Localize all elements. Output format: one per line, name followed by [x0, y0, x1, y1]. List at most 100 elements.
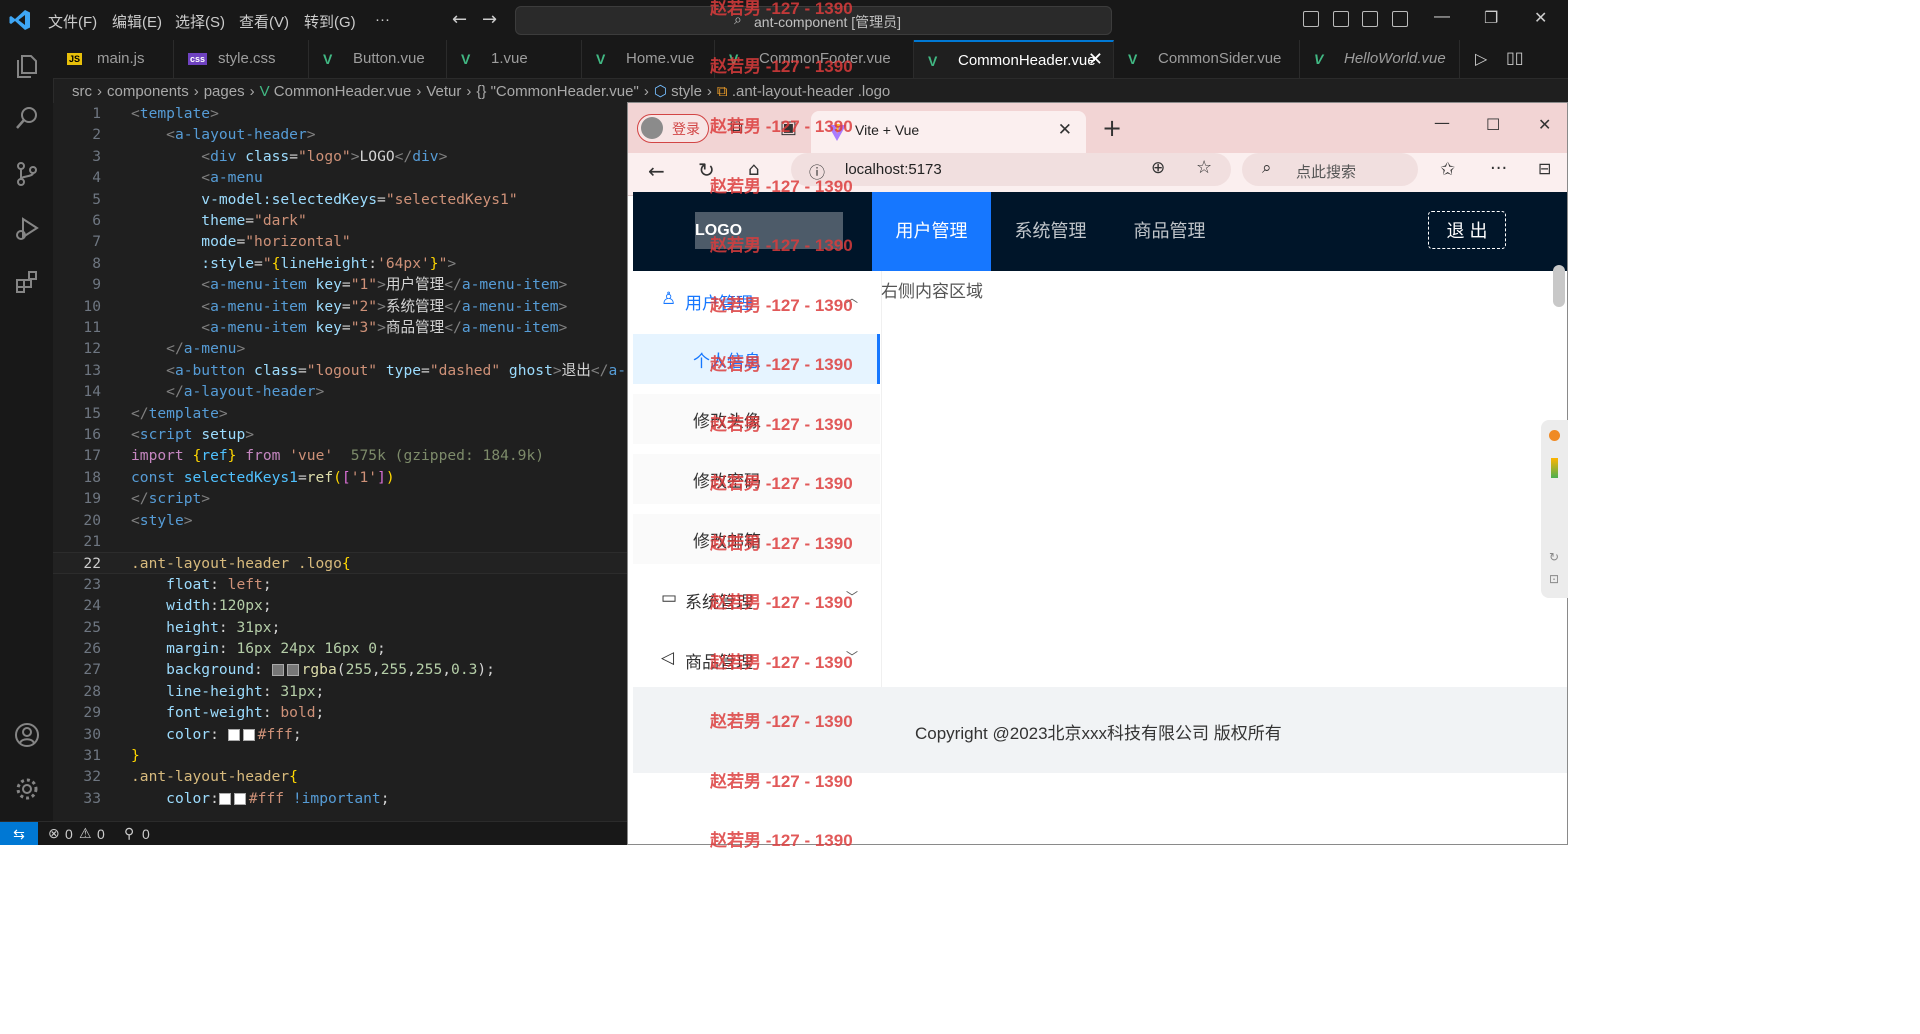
- refresh-icon[interactable]: ↻: [1549, 550, 1559, 564]
- close-tab-icon[interactable]: ✕: [1088, 49, 1103, 70]
- code-editor[interactable]: 1 <template> 2 <a-layout-header> 3 <div c…: [53, 103, 628, 821]
- notification-icon: ◁: [661, 648, 675, 667]
- refresh-icon[interactable]: ↻: [698, 158, 715, 182]
- favorite-star-icon[interactable]: ☆: [1196, 157, 1212, 178]
- more-icon[interactable]: ···: [1490, 158, 1507, 179]
- toggle-secondary-sidebar-icon[interactable]: [1362, 11, 1378, 27]
- errors-icon[interactable]: ⊗: [48, 825, 60, 842]
- menu-item-password[interactable]: 修改密码: [633, 454, 880, 504]
- tab-commonsider-vue[interactable]: V CommonSider.vue: [1114, 40, 1300, 78]
- search-icon[interactable]: [13, 104, 41, 132]
- menu-go[interactable]: 转到(G): [304, 11, 356, 32]
- explorer-icon[interactable]: [13, 52, 41, 80]
- tab-label: Home.vue: [626, 50, 695, 67]
- ports-icon[interactable]: ⚲: [124, 825, 134, 842]
- tab-button-vue[interactable]: V Button.vue: [309, 40, 447, 78]
- browser-tab-strip: 登录 ⧉ ▣ Vite + Vue ✕ + — ☐ ✕: [628, 103, 1567, 153]
- scrollbar-thumb[interactable]: [1553, 265, 1565, 307]
- submenu-user-management[interactable]: ♙ 用户管理 ︿: [633, 271, 880, 331]
- menu-item-avatar[interactable]: 修改头像: [633, 394, 880, 444]
- breadcrumb-item[interactable]: {} "CommonHeader.vue": [476, 83, 638, 100]
- favorites-icon[interactable]: ✩: [1440, 159, 1455, 180]
- command-center[interactable]: ⌕ ant-component [管理员]: [515, 6, 1112, 35]
- vue-file-icon: V: [461, 51, 471, 67]
- close-window-icon[interactable]: ✕: [1538, 115, 1551, 134]
- line-number: 19: [83, 490, 101, 508]
- breadcrumb-item[interactable]: src: [72, 83, 92, 100]
- breadcrumb-item[interactable]: CommonHeader.vue: [274, 83, 412, 100]
- menu-selection[interactable]: 选择(S): [175, 11, 225, 32]
- tab-commonheader-vue[interactable]: V CommonHeader.vue ✕: [914, 40, 1114, 78]
- line-number: 3: [92, 147, 101, 165]
- browser-tab[interactable]: Vite + Vue ✕: [811, 111, 1086, 153]
- profile-button[interactable]: 登录: [637, 114, 709, 143]
- source-control-icon[interactable]: [13, 160, 41, 188]
- minimize-icon[interactable]: —: [1434, 8, 1450, 26]
- minimize-icon[interactable]: —: [1434, 113, 1450, 132]
- extensions-icon[interactable]: [13, 268, 41, 296]
- toggle-panel-icon[interactable]: [1333, 11, 1349, 27]
- remote-icon[interactable]: ⇆: [0, 822, 38, 845]
- submenu-goods-management[interactable]: ◁ 商品管理 ﹀: [633, 630, 880, 690]
- tab-main-js[interactable]: JS main.js: [53, 40, 174, 78]
- code-line: 6 theme="dark": [53, 210, 628, 231]
- tab-1-vue[interactable]: V 1.vue: [447, 40, 582, 78]
- code-line: 13 <a-button class="logout" type="dashed…: [53, 360, 628, 381]
- split-editor-icon[interactable]: ▯▯: [1506, 48, 1524, 67]
- settings-gear-icon[interactable]: [13, 775, 41, 803]
- run-debug-icon[interactable]: [13, 214, 41, 242]
- address-bar[interactable]: ⓘ localhost:5173 ⊕ ☆: [791, 153, 1231, 186]
- info-icon[interactable]: ⓘ: [809, 159, 825, 183]
- close-tab-icon[interactable]: ✕: [1058, 120, 1072, 140]
- menu-goods-management[interactable]: 商品管理: [1110, 192, 1229, 271]
- home-icon[interactable]: ⌂: [748, 159, 759, 180]
- badge-icon: [1549, 430, 1560, 441]
- forward-arrow-icon[interactable]: →: [482, 9, 497, 30]
- search-box[interactable]: ⌕ 点此搜索: [1242, 153, 1418, 186]
- menu-edit[interactable]: 编辑(E): [112, 11, 162, 32]
- line-number: 22: [83, 555, 101, 573]
- tab-helloworld-vue[interactable]: V HelloWorld.vue: [1300, 40, 1460, 78]
- zoom-icon[interactable]: ⊕: [1151, 158, 1165, 178]
- line-number: 25: [83, 618, 101, 636]
- customize-layout-icon[interactable]: [1392, 11, 1408, 27]
- logout-button[interactable]: 退 出: [1428, 211, 1506, 249]
- menu-view[interactable]: 查看(V): [239, 11, 289, 32]
- breadcrumb-item[interactable]: components: [107, 83, 189, 100]
- line-number: 10: [83, 297, 101, 315]
- menu-file[interactable]: 文件(F): [48, 11, 97, 32]
- sidebar-icon[interactable]: ⊟: [1538, 159, 1551, 178]
- side-widget-panel[interactable]: ↻ ⊡: [1541, 420, 1568, 598]
- breadcrumb-item[interactable]: pages: [204, 83, 245, 100]
- maximize-icon[interactable]: ☐: [1486, 115, 1500, 134]
- tab-commonfooter-vue[interactable]: V CommonFooter.vue: [715, 40, 914, 78]
- back-arrow-icon[interactable]: ←: [452, 9, 467, 30]
- submenu-system-management[interactable]: ▭ 系统管理 ﹀: [633, 570, 880, 630]
- tab-style-css[interactable]: css style.css: [174, 40, 309, 78]
- account-icon[interactable]: [13, 721, 41, 749]
- run-icon[interactable]: ▷: [1475, 49, 1487, 68]
- warning-icon[interactable]: ⚠: [79, 825, 92, 842]
- menu-system-management[interactable]: 系统管理: [991, 192, 1110, 271]
- back-arrow-icon[interactable]: ←: [648, 159, 665, 183]
- menu-more[interactable]: ···: [375, 11, 390, 28]
- submenu-label: 商品管理: [685, 653, 753, 672]
- tab-home-vue[interactable]: V Home.vue: [582, 40, 715, 78]
- breadcrumb-item[interactable]: style: [671, 83, 702, 100]
- restore-icon[interactable]: ❐: [1484, 8, 1498, 28]
- menu-item-label: 修改邮箱: [693, 532, 761, 551]
- tab-actions-icon[interactable]: ▣: [780, 117, 797, 138]
- chevron-up-icon: ︿: [845, 291, 858, 305]
- breadcrumb-item[interactable]: Vetur: [426, 83, 461, 100]
- breadcrumb: src › components › pages › V CommonHeader.vue ›…: [72, 83, 891, 100]
- menu-user-management[interactable]: 用户管理: [872, 192, 991, 271]
- workspaces-icon[interactable]: ⧉: [730, 117, 743, 138]
- new-tab-icon[interactable]: +: [1102, 114, 1122, 142]
- code-line: 8 :style="{lineHeight:'64px'}">: [53, 253, 628, 274]
- screenshot-icon[interactable]: ⊡: [1549, 572, 1559, 586]
- menu-item-profile[interactable]: 个人信息: [633, 334, 880, 384]
- close-icon[interactable]: ✕: [1534, 8, 1547, 28]
- toggle-sidebar-icon[interactable]: [1303, 11, 1319, 27]
- breadcrumb-item[interactable]: .ant-layout-header .logo: [732, 83, 890, 100]
- menu-item-email[interactable]: 修改邮箱: [633, 514, 880, 564]
